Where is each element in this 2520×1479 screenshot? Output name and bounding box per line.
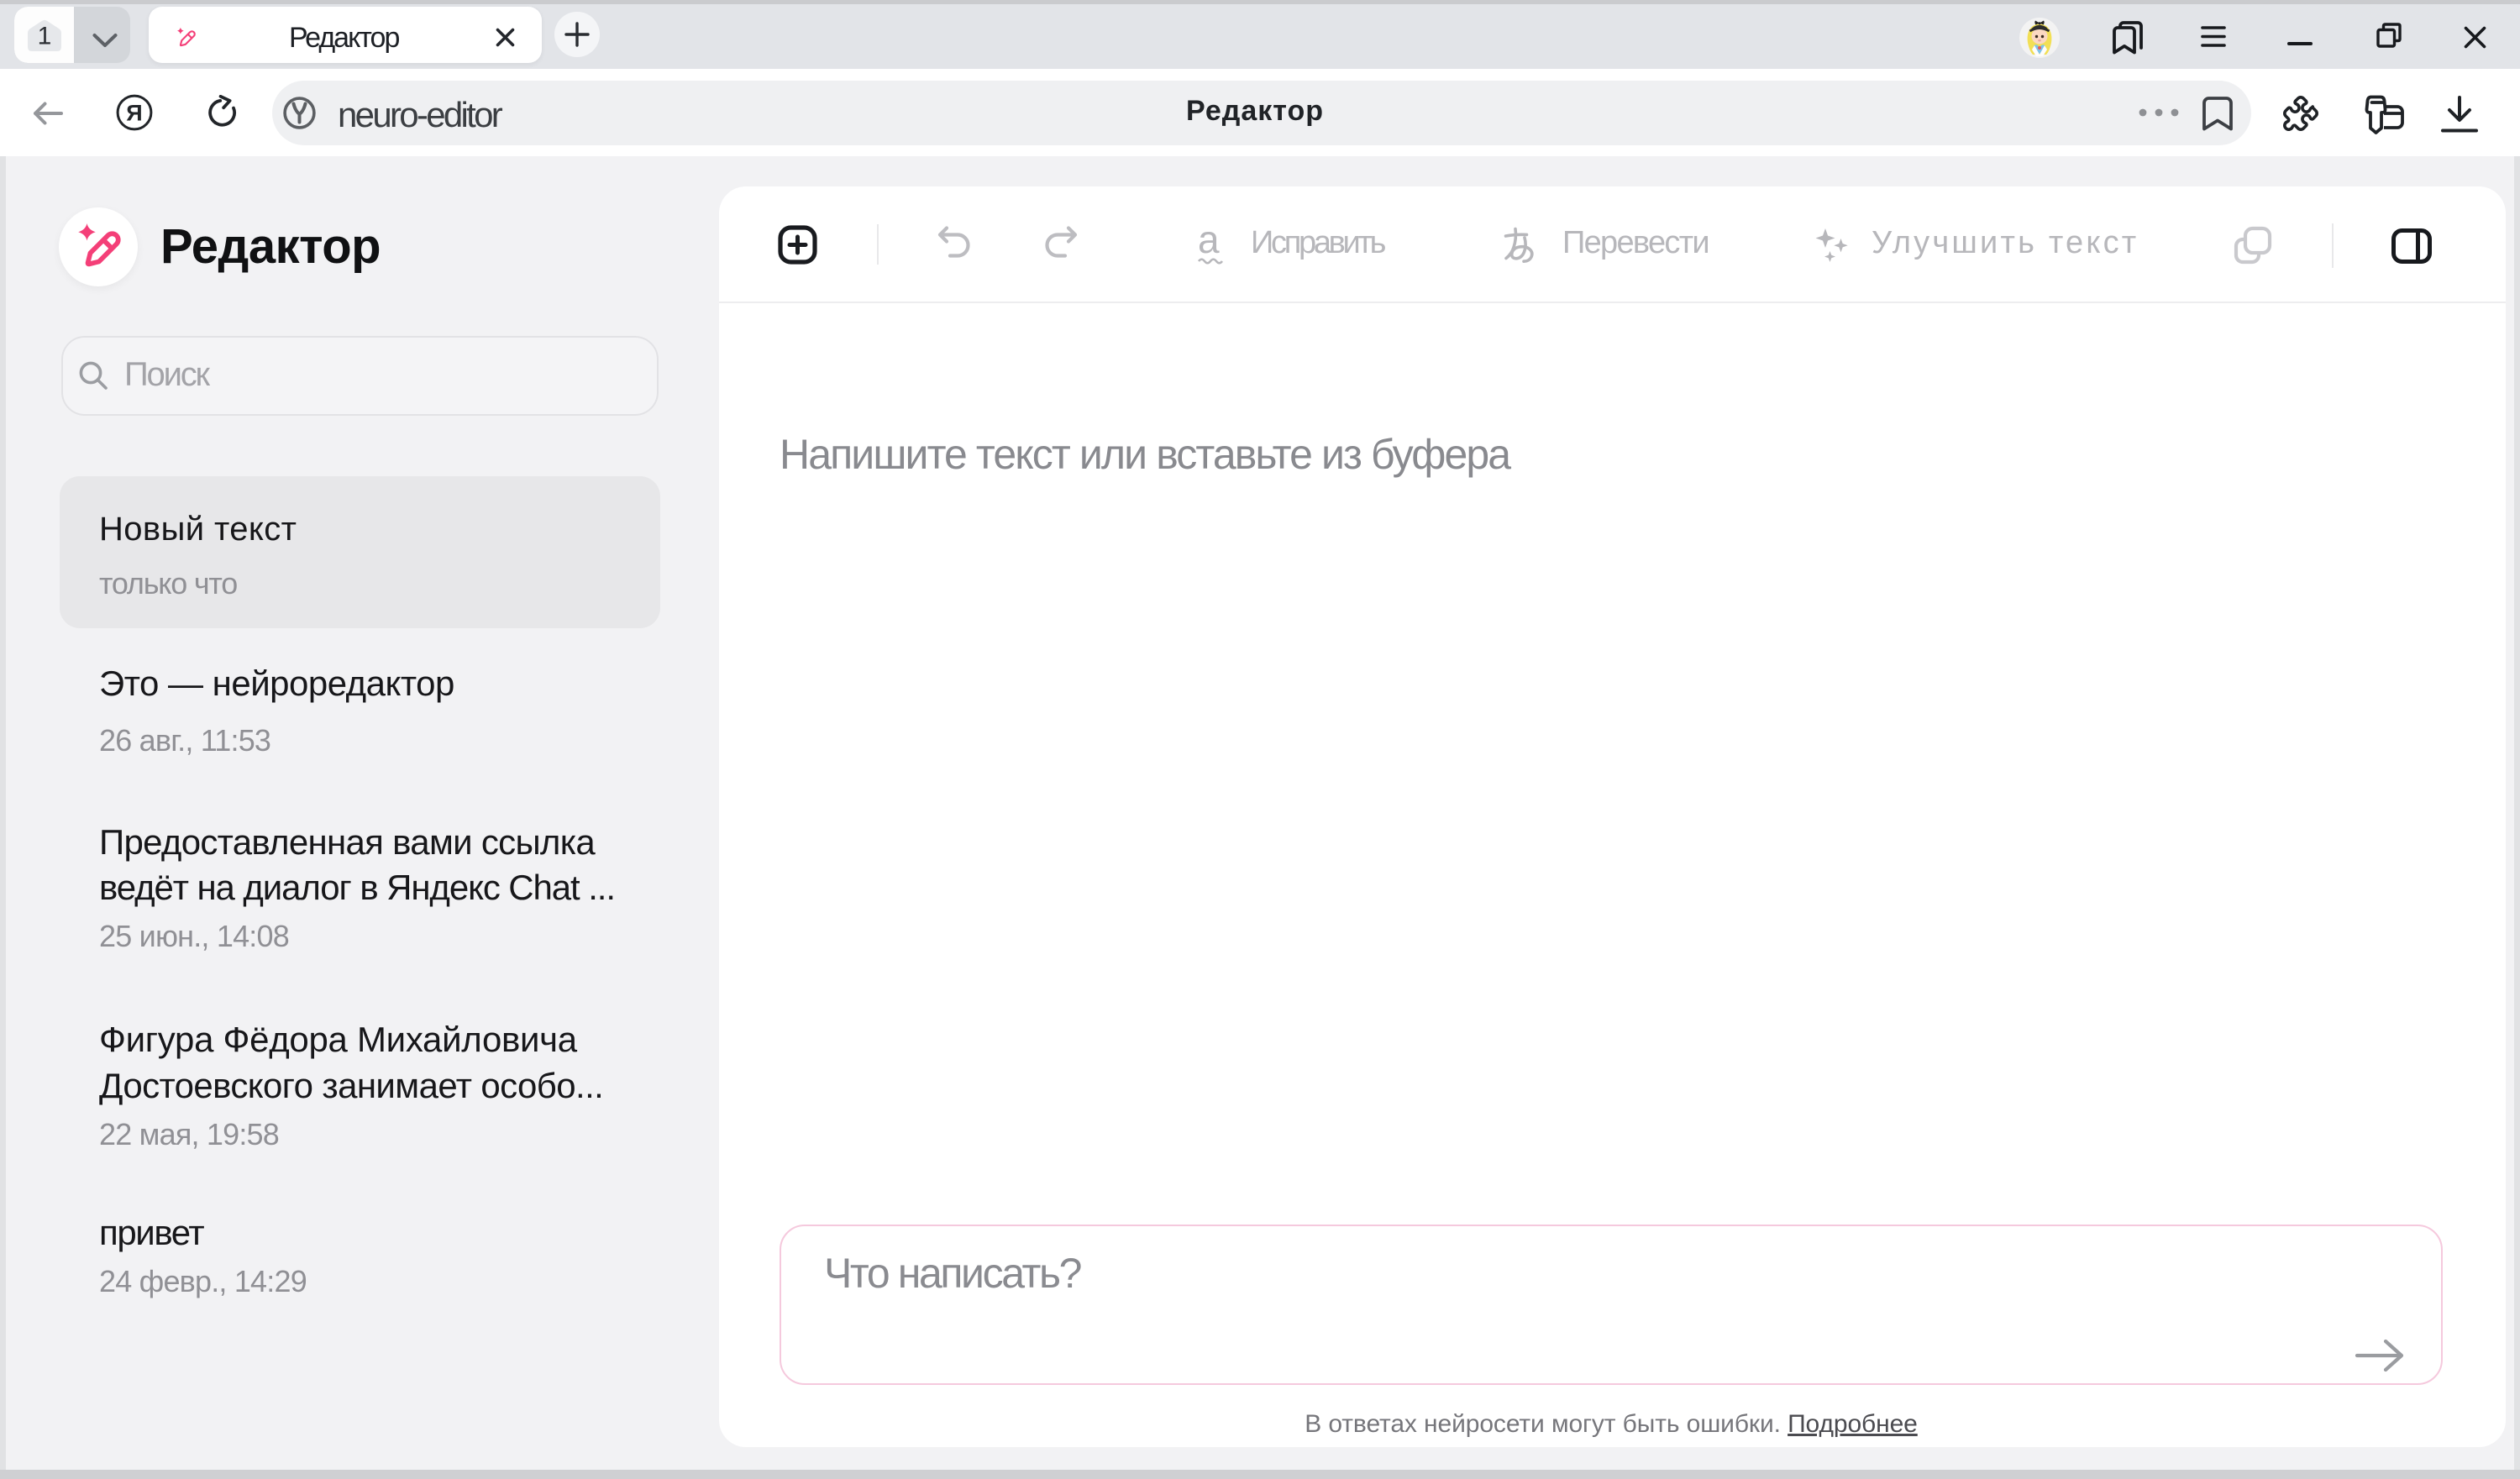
svg-text:Я: Я [126,101,142,126]
svg-text:1: 1 [38,23,52,50]
svg-text:а: а [1198,218,1220,261]
